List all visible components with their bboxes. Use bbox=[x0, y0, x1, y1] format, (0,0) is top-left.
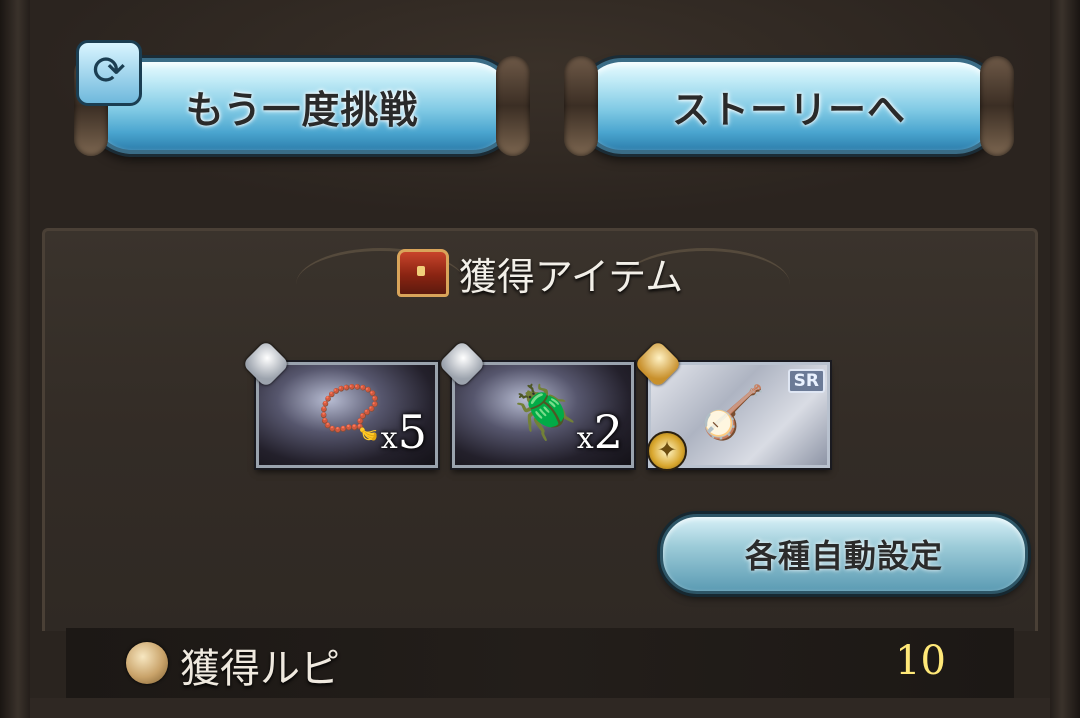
rupie-coin-icon bbox=[126, 642, 168, 684]
story-button-label: ストーリーへ bbox=[671, 87, 906, 132]
items-title-label: 獲得アイテム bbox=[458, 254, 684, 299]
refresh-icon: ⟳ bbox=[76, 40, 142, 106]
retry-button[interactable]: もう一度挑戦 bbox=[74, 56, 530, 156]
button-cap-right bbox=[496, 56, 530, 156]
treasure-chest-icon bbox=[396, 249, 449, 297]
rupie-value: 10 bbox=[895, 638, 946, 684]
items-title: 獲得アイテム bbox=[0, 248, 1080, 299]
button-cap-right bbox=[980, 56, 1014, 156]
item-harp-weapon[interactable]: 🪕 SR ✦ bbox=[633, 339, 830, 471]
rosary-icon: 📿 bbox=[317, 383, 382, 443]
frame-right bbox=[1050, 0, 1080, 718]
frame-left bbox=[0, 0, 30, 718]
figurine-icon: 🪲 bbox=[513, 383, 578, 443]
item-quantity: x2 bbox=[576, 405, 623, 459]
auto-settings-button[interactable]: 各種自動設定 bbox=[660, 514, 1028, 594]
button-cap-left bbox=[564, 56, 598, 156]
sr-badge: SR bbox=[787, 369, 825, 393]
light-element-icon: ✦ bbox=[647, 431, 687, 471]
item-quantity: x5 bbox=[380, 405, 427, 459]
bottom-strip bbox=[30, 698, 1050, 718]
story-button[interactable]: ストーリーへ bbox=[564, 56, 1014, 156]
item-rosary[interactable]: 📿 x5 bbox=[241, 339, 438, 468]
auto-settings-label: 各種自動設定 bbox=[744, 537, 943, 575]
harp-icon: 🪕 bbox=[701, 383, 766, 443]
item-figurine[interactable]: 🪲 x2 bbox=[437, 339, 634, 468]
rupie-label: 獲得ルピ bbox=[180, 646, 340, 692]
retry-button-label: もう一度挑戦 bbox=[185, 87, 419, 132]
